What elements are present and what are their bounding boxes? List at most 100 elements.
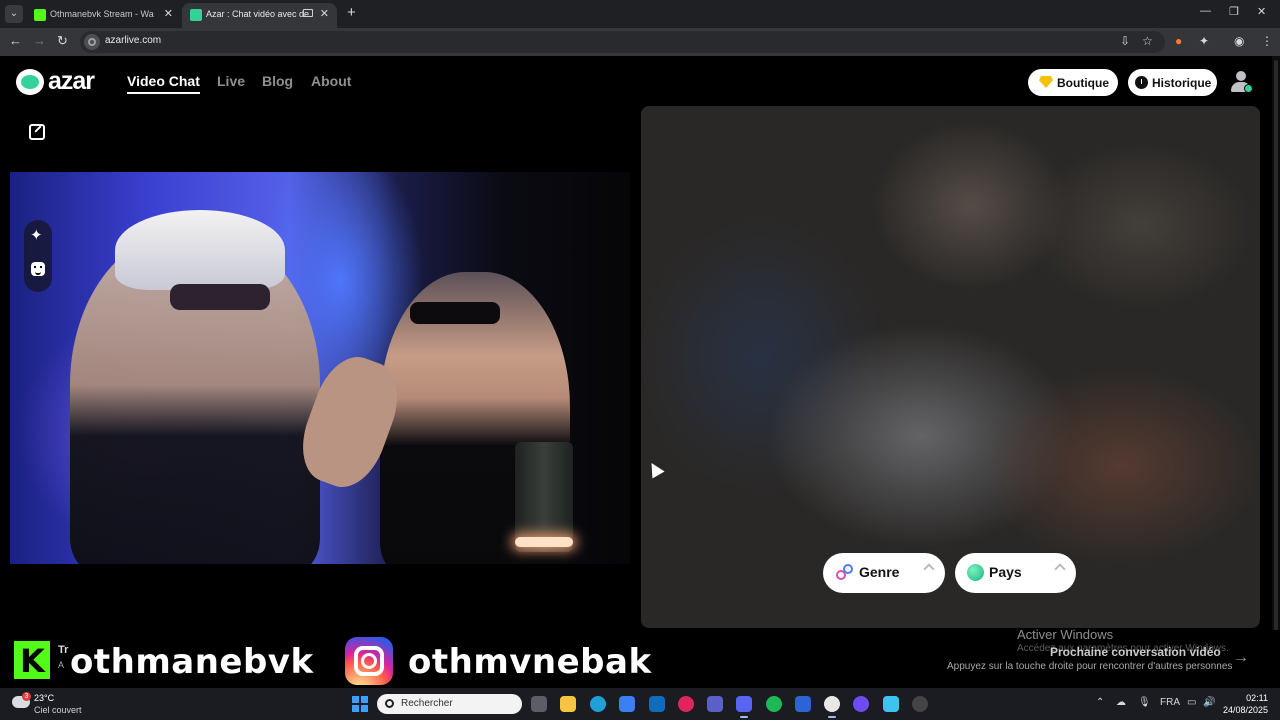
scrollbar-thumb[interactable] xyxy=(1274,60,1278,680)
nav-link-live[interactable]: Live xyxy=(217,73,245,89)
forward-icon[interactable]: → xyxy=(33,33,46,48)
restore-icon[interactable]: ❐ xyxy=(1229,5,1239,18)
outlook-icon[interactable] xyxy=(649,696,665,712)
extension-icon[interactable]: ● xyxy=(1175,34,1182,48)
instagram-username: othmvnebak xyxy=(408,642,652,682)
address-bar[interactable]: azarlive.com xyxy=(80,31,1165,53)
browser-tab-bar: ⌄ Othmanebvk Stream - Watch Li ✕ Azar : … xyxy=(0,0,1280,28)
tab-azar[interactable]: Azar : Chat vidéo avec de n ✕ xyxy=(182,3,337,28)
minimize-icon[interactable]: — xyxy=(1200,5,1211,17)
partner-video-panel: Genre Pays xyxy=(641,106,1260,628)
windows-start-icon[interactable] xyxy=(352,696,368,712)
teams-icon[interactable] xyxy=(707,696,723,712)
clock-date[interactable]: 24/08/2025 xyxy=(1220,705,1268,715)
chevron-up-icon xyxy=(1054,563,1066,575)
tab-search-button[interactable]: ⌄ xyxy=(5,5,23,23)
gender-filter-label: Genre xyxy=(859,564,900,580)
exit-fullscreen-icon[interactable] xyxy=(29,124,45,140)
partially-hidden-subtitle: A xyxy=(58,660,65,670)
pinterest-icon[interactable] xyxy=(678,696,694,712)
nav-link-about[interactable]: About xyxy=(311,73,351,89)
menu-icon[interactable]: ⋮ xyxy=(1261,34,1273,48)
notepad-icon[interactable] xyxy=(883,696,899,712)
my-video-panel: ✦ xyxy=(10,106,630,628)
tray-expand-icon[interactable]: ⌃ xyxy=(1096,697,1104,708)
azar-logo-icon[interactable] xyxy=(16,69,44,95)
nav-link-video-chat[interactable]: Video Chat xyxy=(127,73,200,94)
obs-icon[interactable] xyxy=(853,696,869,712)
spotify-icon[interactable] xyxy=(766,696,782,712)
stream-overlay: Tr A othmanebvk othmvnebak Prochaine con… xyxy=(0,627,1280,688)
discord-icon[interactable] xyxy=(736,696,752,718)
tab-kick-stream[interactable]: Othmanebvk Stream - Watch Li ✕ xyxy=(26,3,181,28)
gender-filter-button[interactable]: Genre xyxy=(823,553,945,593)
install-app-icon[interactable]: ⇩ xyxy=(1120,34,1130,48)
effects-toolbar: ✦ xyxy=(24,220,52,292)
partially-hidden-title: Tr xyxy=(58,644,69,656)
country-filter-label: Pays xyxy=(989,564,1022,580)
user-avatar-icon[interactable] xyxy=(1229,69,1253,95)
webcam-feed xyxy=(10,172,630,564)
kick-logo-icon xyxy=(14,641,50,680)
url-text: azarlive.com xyxy=(105,35,162,46)
close-tab-icon[interactable]: ✕ xyxy=(164,7,173,20)
history-label: Historique xyxy=(1152,76,1212,90)
next-conversation-hint: Appuyez sur la touche droite pour rencon… xyxy=(947,661,1233,672)
nav-link-blog[interactable]: Blog xyxy=(262,73,293,89)
site-info-icon[interactable] xyxy=(84,34,100,50)
online-status-icon xyxy=(1244,84,1253,93)
next-arrow-icon[interactable]: → xyxy=(1233,649,1249,667)
site-header: azar Video Chat Live Blog About Boutique… xyxy=(0,56,1280,106)
instagram-logo-icon xyxy=(345,637,393,685)
clock-icon xyxy=(1135,76,1148,89)
logo-text[interactable]: azar xyxy=(48,67,95,96)
clock-time[interactable]: 02:11 xyxy=(1228,693,1268,703)
taskbar-search[interactable]: Rechercher xyxy=(377,694,522,714)
browser-toolbar: ← → ↻ azarlive.com ⇩ ☆ ● ✦ ◉ ⋮ xyxy=(0,28,1280,56)
gem-icon xyxy=(1039,76,1053,88)
weather-badge: 3 xyxy=(22,692,31,701)
close-tab-icon[interactable]: ✕ xyxy=(320,7,329,20)
shop-label: Boutique xyxy=(1057,76,1109,90)
windows-taskbar: 3 23°C Ciel couvert Rechercher ⌃ ☁ 🎙 FRA… xyxy=(0,688,1280,720)
reload-icon[interactable]: ↻ xyxy=(57,33,68,49)
kick-favicon-icon xyxy=(34,9,46,21)
utility-app-icon[interactable] xyxy=(912,696,928,712)
app-icon[interactable] xyxy=(795,696,811,712)
chrome-icon[interactable] xyxy=(824,696,840,718)
onedrive-icon[interactable]: ☁ xyxy=(1116,697,1126,708)
store-icon[interactable] xyxy=(619,696,635,712)
edge-icon[interactable] xyxy=(590,696,606,712)
globe-icon xyxy=(967,564,984,581)
search-icon xyxy=(385,699,394,708)
gender-icon xyxy=(836,564,854,582)
sparkle-effects-icon[interactable]: ✦ xyxy=(30,228,43,243)
profile-icon[interactable]: ◉ xyxy=(1234,34,1244,48)
task-view-icon[interactable] xyxy=(531,696,547,712)
country-filter-button[interactable]: Pays xyxy=(955,553,1076,593)
network-icon[interactable]: ▭ xyxy=(1187,697,1196,708)
language-indicator[interactable]: FRA xyxy=(1160,697,1180,708)
bookmark-star-icon[interactable]: ☆ xyxy=(1142,34,1153,48)
activate-windows-title: Activer Windows xyxy=(1017,627,1114,642)
media-playing-icon[interactable] xyxy=(303,9,313,17)
file-explorer-icon[interactable] xyxy=(560,696,576,712)
azar-favicon-icon xyxy=(190,9,202,21)
temperature[interactable]: 23°C xyxy=(34,693,54,703)
volume-icon[interactable]: 🔊 xyxy=(1203,697,1215,708)
activate-windows-subtitle: Accédez aux paramètres pour activer Wind… xyxy=(1017,643,1229,654)
new-tab-icon[interactable]: + xyxy=(347,5,356,21)
kick-username: othmanebvk xyxy=(70,642,314,682)
face-mask-icon[interactable] xyxy=(31,262,45,276)
history-button[interactable]: Historique xyxy=(1128,69,1217,96)
back-icon[interactable]: ← xyxy=(9,33,22,48)
chevron-up-icon xyxy=(923,563,935,575)
weather-condition[interactable]: Ciel couvert xyxy=(34,705,82,715)
extensions-puzzle-icon[interactable]: ✦ xyxy=(1199,34,1209,48)
tab-title: Othmanebvk Stream - Watch Li xyxy=(50,9,154,19)
close-window-icon[interactable]: ✕ xyxy=(1257,5,1266,18)
microphone-icon[interactable]: 🎙 xyxy=(1138,697,1151,708)
page: azar Video Chat Live Blog About Boutique… xyxy=(0,56,1280,688)
shop-button[interactable]: Boutique xyxy=(1028,69,1118,96)
tab-title: Azar : Chat vidéo avec de n xyxy=(206,9,310,19)
